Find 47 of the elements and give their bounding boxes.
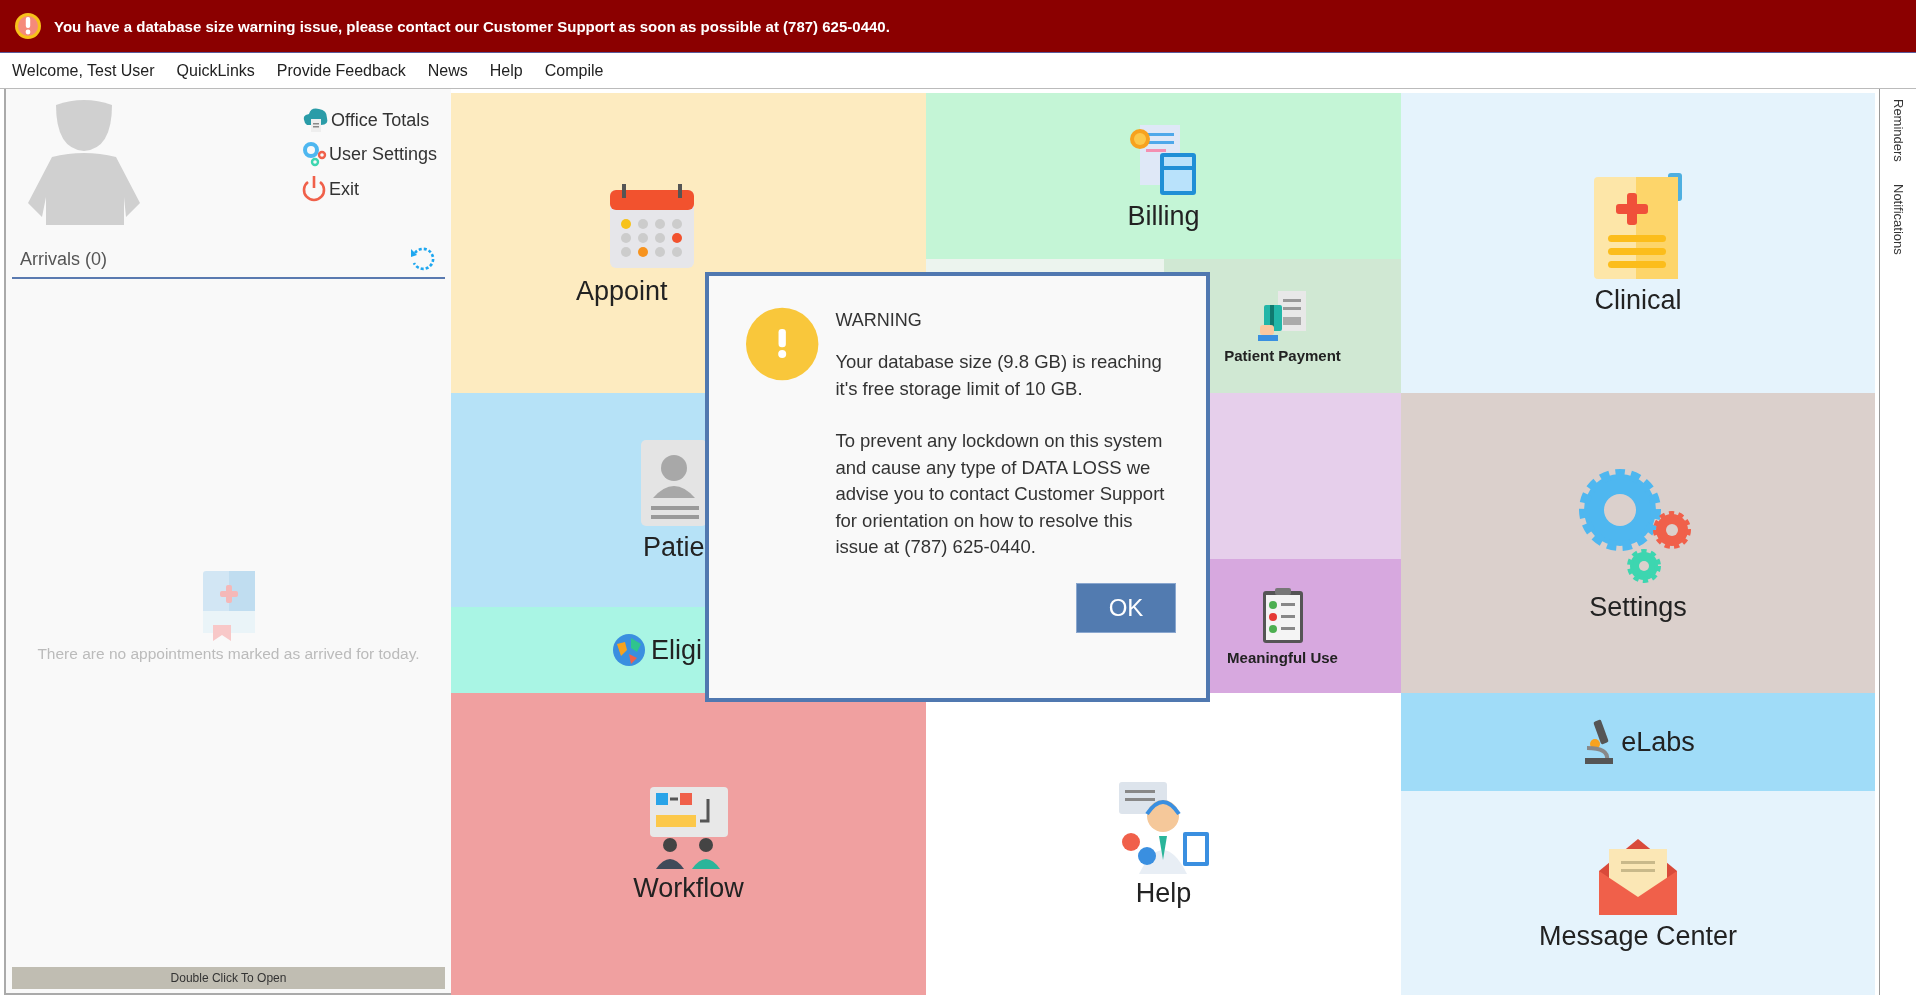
avatar-icon [28, 99, 140, 225]
gears-icon [300, 141, 327, 167]
dialog-title: WARNING [835, 310, 923, 331]
panel-link[interactable]: User Settings [300, 141, 437, 167]
module-tile[interactable]: Settings [1401, 393, 1875, 693]
panel-link[interactable]: Exit [300, 175, 437, 203]
section-title: Arrivals (0) [20, 248, 107, 270]
tile-label: Message Center [1538, 920, 1738, 952]
tile-label: eLabs [1621, 726, 1695, 758]
warning-icon [745, 306, 820, 382]
menu-item[interactable]: Provide Feedback [276, 61, 406, 80]
module-tile[interactable]: Workflow [451, 693, 926, 995]
tile-label: Billing [1127, 200, 1200, 232]
presentation-board-icon [647, 784, 730, 869]
menu-item[interactable]: Help [489, 61, 523, 80]
module-tile[interactable]: eLabs [1401, 693, 1875, 791]
empty-message: There are no appointments marked as arrived for today. [37, 645, 420, 663]
module-tile[interactable]: Clinical [1401, 93, 1875, 393]
menu-item[interactable]: News [427, 61, 468, 80]
alert-text: You have a database size warning issue, please contact our Customer Support as soon as possible at (787) 625-0440. [54, 17, 890, 35]
menu-item[interactable]: QuickLinks [176, 61, 255, 80]
menu-item[interactable]: Welcome, Test User [12, 61, 155, 80]
module-tile[interactable]: Message Center [1401, 791, 1875, 995]
tile-label: Appoint [576, 275, 668, 307]
tile-label: Patient Payment [1224, 346, 1341, 364]
side-tab[interactable]: Reminders [1890, 99, 1906, 162]
power-icon [300, 175, 327, 203]
tile-label: Eligi [651, 634, 703, 666]
support-figure-icon [1116, 779, 1211, 874]
warning-icon [14, 12, 42, 40]
refresh-icon[interactable] [409, 245, 437, 273]
empty-record-icon [202, 571, 255, 643]
side-tab[interactable]: Notifications [1890, 183, 1906, 255]
tile-label: Clinical [1594, 284, 1682, 316]
module-tile[interactable]: Help [926, 693, 1401, 995]
panel-link[interactable]: Office Totals [300, 107, 437, 133]
globe-icon [611, 632, 647, 668]
tile-label: Settings [1589, 591, 1687, 623]
tile-label: Patie [643, 531, 705, 563]
open-button[interactable]: Double Click To Open [12, 967, 445, 989]
menu-item[interactable]: Compile [544, 61, 604, 80]
tile-label: Workflow [633, 872, 744, 904]
module-tile[interactable]: Billing [926, 93, 1401, 259]
tile-label: Help [1135, 877, 1192, 909]
ok-button[interactable]: OK [1076, 582, 1176, 633]
checklist-icon [1260, 586, 1305, 645]
tile-label: Meaningful Use [1227, 648, 1338, 666]
